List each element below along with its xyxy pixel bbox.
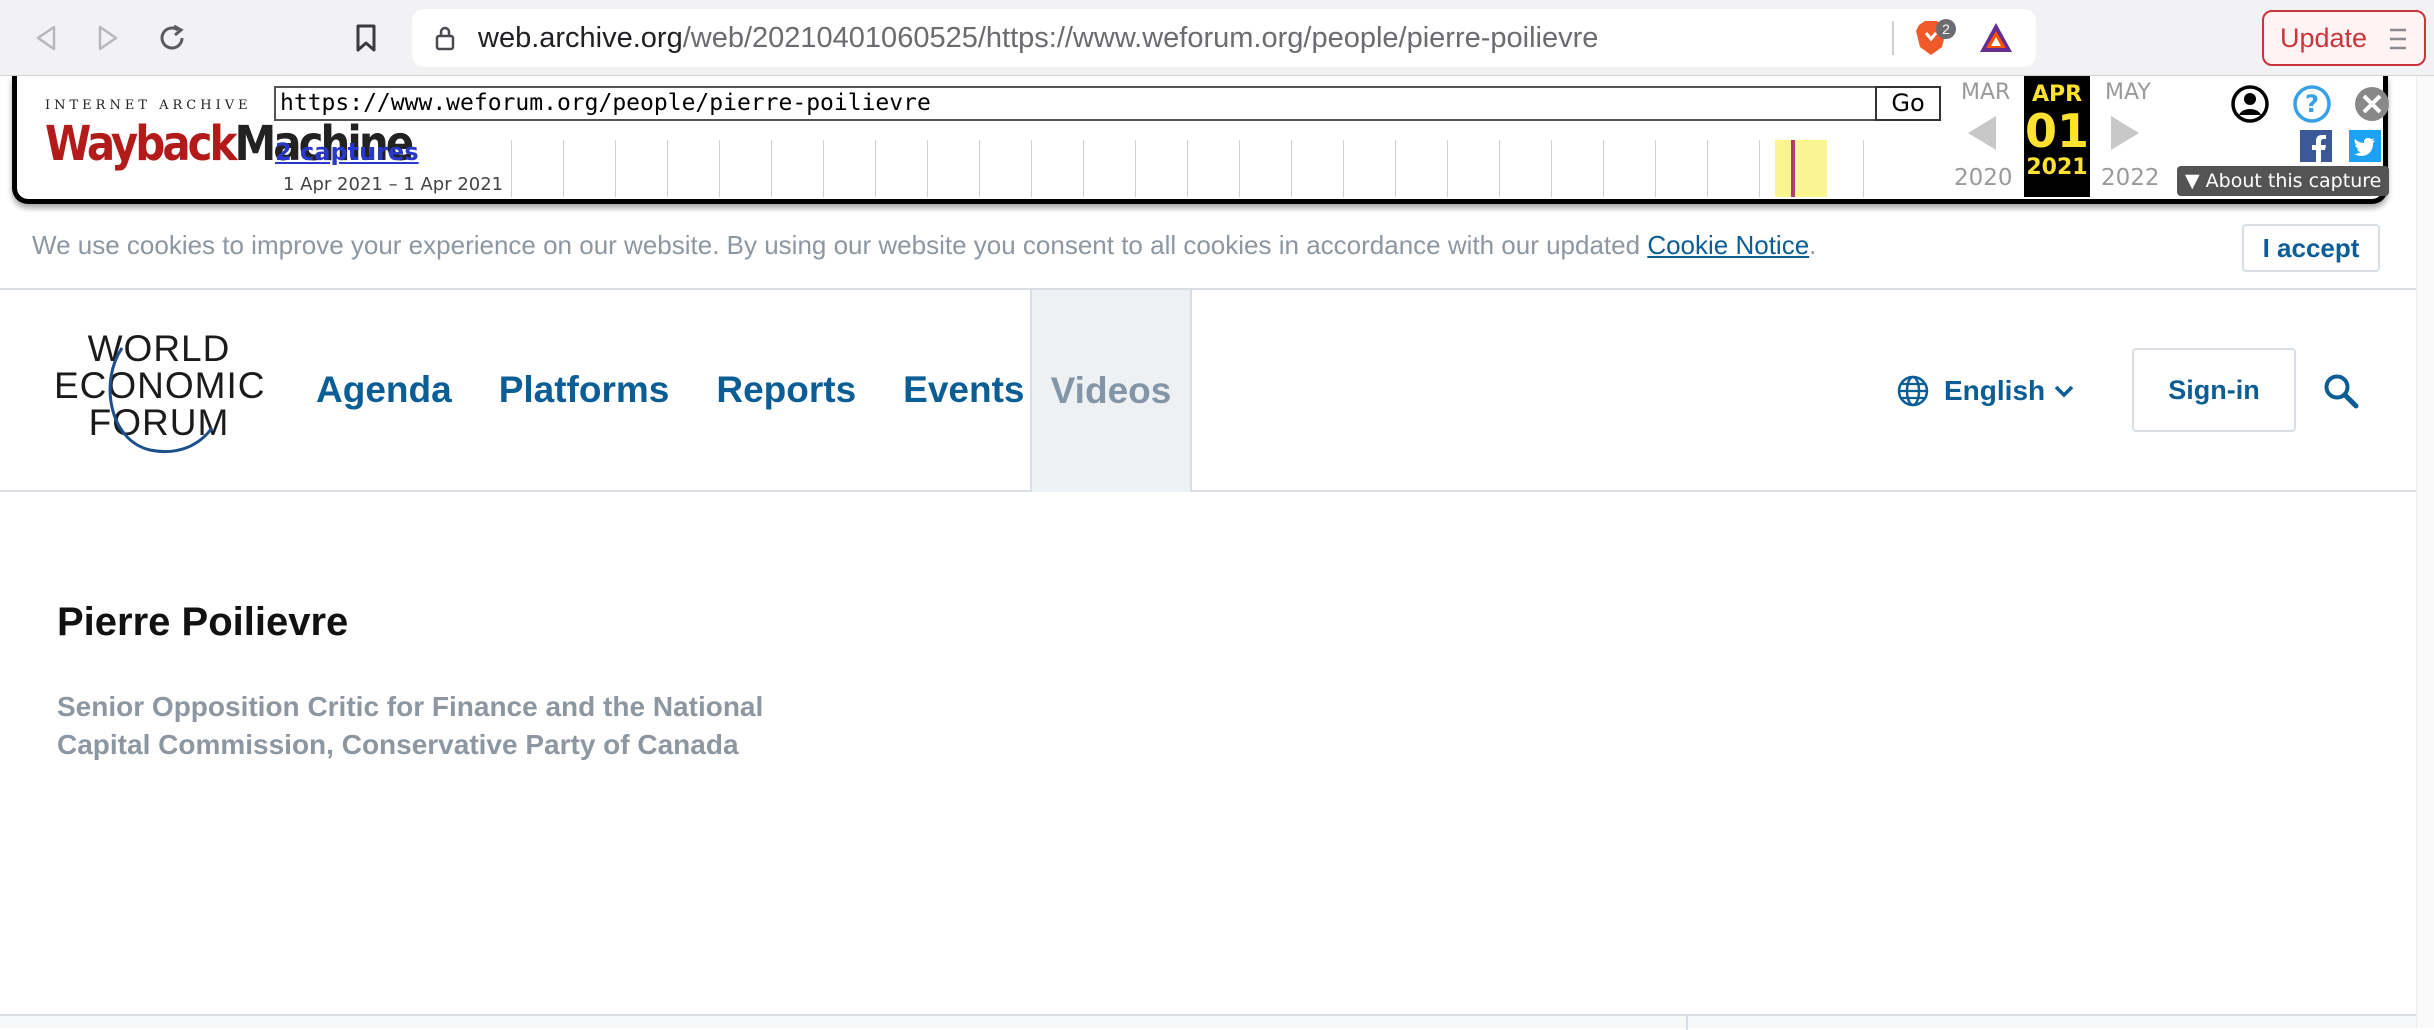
divider bbox=[1892, 21, 1894, 55]
dropdown-triangle-icon: ▼ bbox=[2185, 170, 2200, 192]
wayback-logo-wayback: Wayback bbox=[45, 115, 237, 172]
nav-videos[interactable]: Videos bbox=[1030, 290, 1192, 492]
sign-in-button[interactable]: Sign-in bbox=[2132, 348, 2296, 432]
capture-sparkline[interactable] bbox=[511, 140, 1941, 197]
url-host: web.archive.org bbox=[478, 22, 683, 54]
nav-agenda[interactable]: Agenda bbox=[316, 369, 452, 411]
cookie-text: We use cookies to improve your experienc… bbox=[32, 230, 1648, 260]
about-capture-button[interactable]: ▼ About this capture bbox=[2177, 166, 2389, 196]
back-button[interactable] bbox=[26, 18, 66, 58]
browser-toolbar: web.archive.org/web/20210401060525/https… bbox=[0, 0, 2434, 76]
twitter-icon[interactable] bbox=[2349, 130, 2381, 162]
wayback-toolbar: INTERNET ARCHIVE WaybackMachine https://… bbox=[12, 76, 2389, 204]
cookie-suffix: . bbox=[1809, 230, 1817, 260]
cookie-message: We use cookies to improve your experienc… bbox=[32, 230, 1816, 261]
reload-button[interactable] bbox=[152, 18, 192, 58]
captures-link[interactable]: 2 captures bbox=[275, 138, 419, 166]
prev-month-label[interactable]: MAR bbox=[1961, 80, 2010, 105]
main-nav: Agenda Platforms Reports Events bbox=[316, 290, 1072, 490]
address-url: web.archive.org/web/20210401060525/https… bbox=[478, 9, 1598, 67]
update-button[interactable]: Update bbox=[2262, 10, 2426, 66]
next-capture-arrow-icon[interactable] bbox=[2111, 116, 2139, 150]
close-icon[interactable] bbox=[2352, 84, 2392, 124]
bookmark-button[interactable] bbox=[346, 18, 386, 58]
scrollbar[interactable] bbox=[2416, 76, 2434, 1028]
brave-shields-button[interactable]: 2 bbox=[1914, 19, 1956, 62]
nav-events[interactable]: Events bbox=[903, 369, 1024, 411]
bookmark-icon bbox=[356, 24, 376, 52]
captures-range: 1 Apr 2021 – 1 Apr 2021 bbox=[283, 174, 504, 195]
prev-capture-arrow-icon[interactable] bbox=[1968, 116, 1996, 150]
forward-icon bbox=[98, 25, 118, 51]
help-icon[interactable]: ? bbox=[2292, 84, 2332, 124]
cookie-banner: We use cookies to improve your experienc… bbox=[0, 214, 2416, 290]
capture-mark[interactable] bbox=[1791, 140, 1795, 197]
chevron-down-icon bbox=[2054, 385, 2074, 398]
brave-rewards-button[interactable] bbox=[1978, 21, 2014, 60]
current-year: 2021 bbox=[2026, 155, 2088, 180]
menu-icon bbox=[2388, 27, 2408, 58]
wayback-go-button[interactable]: Go bbox=[1875, 86, 1941, 121]
language-selector[interactable]: English bbox=[1896, 374, 2075, 408]
url-path: /web/20210401060525/https://www.weforum.… bbox=[682, 22, 1599, 54]
about-capture-label: About this capture bbox=[2205, 170, 2382, 192]
current-capture-date: APR 01 2021 bbox=[2024, 76, 2090, 197]
wayback-url-input[interactable]: https://www.weforum.org/people/pierre-po… bbox=[274, 86, 1878, 121]
wayback-logo-wordmark: WaybackMachine bbox=[45, 115, 414, 172]
update-label: Update bbox=[2280, 22, 2368, 53]
cookie-notice-link[interactable]: Cookie Notice bbox=[1647, 230, 1809, 260]
wayback-logo[interactable]: INTERNET ARCHIVE WaybackMachine bbox=[45, 98, 414, 171]
content-divider bbox=[0, 1014, 2416, 1030]
reload-icon bbox=[160, 24, 184, 50]
current-day: 01 bbox=[2024, 104, 2089, 158]
site-header: WORLD ECONOMIC FORUM Agenda Platforms Re… bbox=[0, 290, 2416, 492]
person-title: Senior Opposition Critic for Finance and… bbox=[57, 691, 764, 760]
lock-icon bbox=[435, 26, 455, 51]
language-label: English bbox=[1944, 375, 2046, 406]
prev-year-label[interactable]: 2020 bbox=[1954, 165, 2013, 191]
facebook-icon[interactable] bbox=[2300, 130, 2332, 162]
wef-logo[interactable]: WORLD ECONOMIC FORUM bbox=[54, 330, 265, 460]
svg-text:?: ? bbox=[2305, 90, 2319, 118]
logo-arc-icon bbox=[108, 347, 214, 453]
nav-reports[interactable]: Reports bbox=[716, 369, 856, 411]
shield-count-badge: 2 bbox=[1936, 19, 1956, 39]
search-icon[interactable] bbox=[2322, 372, 2360, 410]
globe-icon bbox=[1897, 375, 1929, 407]
next-month-label[interactable]: MAY bbox=[2105, 80, 2151, 105]
next-year-label[interactable]: 2022 bbox=[2101, 165, 2160, 191]
back-icon bbox=[36, 25, 56, 51]
address-bar[interactable]: web.archive.org/web/20210401060525/https… bbox=[412, 9, 2036, 67]
rewards-triangle-icon bbox=[1980, 23, 2012, 52]
current-month-highlight bbox=[1775, 140, 1827, 197]
nav-platforms[interactable]: Platforms bbox=[499, 369, 670, 411]
account-icon[interactable] bbox=[2230, 84, 2270, 124]
wayback-logo-internet-archive: INTERNET ARCHIVE bbox=[45, 98, 252, 113]
person-name: Pierre Poilievre bbox=[57, 600, 349, 644]
forward-button[interactable] bbox=[88, 18, 128, 58]
accept-cookies-button[interactable]: I accept bbox=[2242, 224, 2380, 272]
